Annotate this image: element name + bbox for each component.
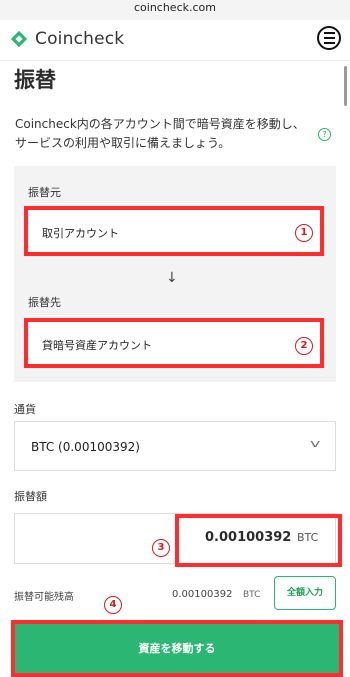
coincheck-logo[interactable]: Coincheck [10,29,124,49]
currency-select[interactable]: BTC (0.00100392) v [14,421,336,471]
amount-label: 振替額 [14,490,47,503]
step-marker-1: 1 [295,224,313,242]
browser-url-bar[interactable]: coincheck.com [0,0,350,20]
to-account-value: 貸暗号資産アカウント [42,339,152,352]
from-label: 振替元 [28,186,61,199]
from-account-value: 取引アカウント [42,227,119,240]
arrow-down-icon: ↓ [166,270,178,286]
currency-label: 通貨 [14,403,36,416]
currency-selected-value: BTC (0.00100392) [31,440,140,454]
available-balance-value: 0.00100392 [172,589,233,600]
amount-value: 0.00100392 [205,530,292,545]
available-balance-unit: BTC [243,590,261,600]
to-label: 振替先 [28,296,61,309]
from-account-select[interactable]: 取引アカウント 1 [24,206,324,256]
available-balance-label: 振替可能残高 [14,592,74,603]
page-title: 振替 [14,68,56,92]
page-description: Coincheck内の各アカウント間で暗号資産を移動し、サービスの利用や取引に備… [15,117,305,150]
amount-unit: BTC [297,531,319,544]
app-header: Coincheck [0,20,350,61]
step-marker-3: 3 [152,539,170,557]
chevron-down-icon: v [310,437,321,450]
to-account-select[interactable]: 貸暗号資産アカウント 2 [24,318,324,368]
hamburger-menu-icon[interactable] [317,26,341,50]
transfer-panel: 振替元 取引アカウント 1 ↓ 振替先 貸暗号資産アカウント 2 [14,166,336,382]
help-question-icon[interactable]: ? [318,128,331,141]
coincheck-logo-icon [10,30,28,48]
step-marker-2: 2 [295,337,313,355]
url-text: coincheck.com [133,1,216,14]
logo-text: Coincheck [35,29,125,49]
step-marker-4: 4 [104,596,122,614]
full-amount-button[interactable]: 全額入力 [274,576,336,610]
scroll-indicator[interactable] [344,66,347,106]
move-assets-button[interactable]: 資産を移動する [11,620,343,677]
